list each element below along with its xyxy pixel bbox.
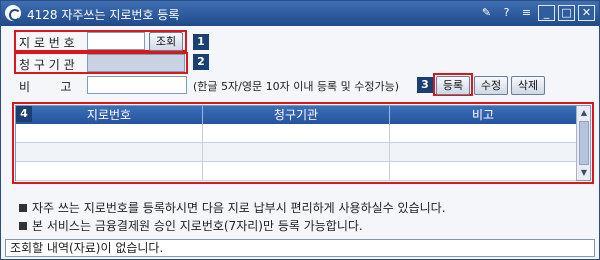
cell-giro-number [16,143,203,161]
giro-window: 4128 자주쓰는 지로번호 등록 ✎ ? ≡ _ □ ✕ 지 로 번 호 조회… [0,0,600,260]
cell-remark [390,124,576,142]
giro-grid: 지로번호 청구기관 비고 ▲ ▼ [15,105,591,181]
close-icon[interactable]: ✕ [578,5,595,21]
remark-input[interactable] [87,76,187,94]
column-header-remark[interactable]: 비고 [390,106,576,124]
title-bar[interactable]: 4128 자주쓰는 지로번호 등록 ✎ ? ≡ _ □ ✕ [1,1,599,26]
claim-org-field [87,54,185,72]
help-icon[interactable]: ? [498,5,515,21]
column-header-claim-org[interactable]: 청구기관 [203,106,390,124]
note-item: 자주 쓰는 지로번호를 등록하시면 다음 지로 납부시 편리하게 사용하실수 있… [19,199,446,217]
note-text: 본 서비스는 금융결제원 승인 지로번호(7자리)만 등록 가능합니다. [32,219,363,233]
lookup-button[interactable]: 조회 [149,32,183,51]
table-row[interactable] [16,162,576,181]
giro-number-label: 지 로 번 호 [19,36,75,50]
pin-icon[interactable]: ✎ [478,5,495,21]
modify-button[interactable]: 수정 [474,76,508,95]
window-title: 4128 자주쓰는 지로번호 등록 [27,8,180,22]
cell-remark [390,143,576,161]
table-row[interactable] [16,124,576,143]
bullet-square-icon [19,222,27,230]
scroll-up-icon[interactable]: ▲ [578,107,590,119]
cell-giro-number [16,162,203,180]
badge-3: 3 [417,77,433,93]
badge-1: 1 [193,34,209,50]
cell-remark [390,162,576,180]
badge-2: 2 [193,54,209,70]
minimize-icon[interactable]: _ [538,5,555,21]
remark-hint: (한글 5자/영문 10자 이내 등록 및 수정가능) [193,80,400,93]
note-text: 자주 쓰는 지로번호를 등록하시면 다음 지로 납부시 편리하게 사용하실수 있… [32,201,446,215]
table-row[interactable] [16,143,576,162]
cell-claim-org [203,124,390,142]
claim-org-label: 청 구 기 관 [19,58,75,72]
badge-4: 4 [16,106,32,122]
giro-number-input[interactable] [87,32,145,50]
grid-header: 지로번호 청구기관 비고 [16,106,576,124]
grid-body [16,124,576,181]
scroll-down-icon[interactable]: ▼ [578,167,590,179]
column-header-giro-number[interactable]: 지로번호 [16,106,203,124]
delete-button[interactable]: 삭제 [511,76,545,95]
cell-giro-number [16,124,203,142]
maximize-icon[interactable]: □ [558,5,575,21]
note-item: 본 서비스는 금융결제원 승인 지로번호(7자리)만 등록 가능합니다. [19,217,446,235]
app-icon [5,5,21,21]
cell-claim-org [203,162,390,180]
remark-label: 비 고 [19,80,72,94]
scroll-thumb[interactable] [579,121,589,165]
status-bar: 조회할 내역(자료)이 없습니다. [5,239,595,257]
window-controls: ✎ ? ≡ _ □ ✕ [478,5,595,21]
menu-icon[interactable]: ≡ [518,5,535,21]
cell-claim-org [203,143,390,161]
notes: 자주 쓰는 지로번호를 등록하시면 다음 지로 납부시 편리하게 사용하실수 있… [19,199,446,235]
bullet-square-icon [19,204,27,212]
register-button[interactable]: 등록 [436,76,470,95]
grid-scrollbar[interactable]: ▲ ▼ [576,106,590,180]
